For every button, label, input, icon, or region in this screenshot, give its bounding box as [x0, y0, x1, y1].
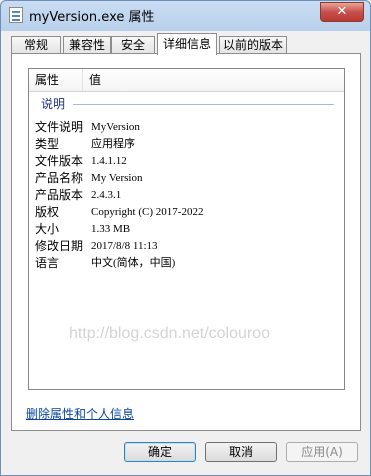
- window-title: myVersion.exe 属性: [29, 10, 155, 25]
- property-value: Copyright (C) 2017-2022: [91, 206, 204, 218]
- table-row[interactable]: 修改日期 2017/8/8 11:13: [29, 238, 344, 255]
- table-row[interactable]: 语言 中文(简体，中国): [29, 255, 344, 272]
- property-value: 应用程序: [91, 138, 135, 150]
- tab-general[interactable]: 常规: [11, 36, 61, 54]
- watermark: http://blog.csdn.net/colouroo: [69, 325, 271, 342]
- column-header-value[interactable]: 值: [83, 69, 344, 91]
- group-label: 说明: [41, 97, 66, 111]
- details-panel: 属性 值 说明 http://blog.csdn.net/colouroo 文件…: [11, 53, 361, 431]
- ok-button[interactable]: 确定: [124, 442, 196, 462]
- document-icon: [9, 7, 23, 23]
- property-value: My Version: [91, 172, 143, 184]
- remove-properties-link[interactable]: 删除属性和个人信息: [26, 405, 134, 422]
- tab-security[interactable]: 安全: [111, 36, 155, 54]
- property-name: 文件说明: [35, 120, 84, 134]
- close-button[interactable]: ✕: [320, 2, 364, 22]
- property-name: 语言: [35, 256, 60, 270]
- table-row[interactable]: 版权 Copyright (C) 2017-2022: [29, 204, 344, 221]
- property-value: 2017/8/8 11:13: [91, 240, 158, 252]
- property-name: 文件版本: [35, 154, 84, 168]
- property-name: 版权: [35, 205, 60, 219]
- tab-strip: 常规 兼容性 安全 详细信息 以前的版本: [11, 33, 361, 55]
- group-divider: [73, 104, 334, 105]
- title-bar[interactable]: myVersion.exe 属性 ✕: [1, 1, 370, 29]
- tab-details[interactable]: 详细信息: [157, 33, 217, 55]
- property-value: 1.33 MB: [91, 223, 131, 235]
- list-header: 属性 值: [29, 69, 344, 92]
- property-name: 类型: [35, 137, 60, 151]
- apply-button[interactable]: 应用(A): [286, 442, 358, 462]
- property-name: 产品名称: [35, 171, 84, 185]
- property-name: 修改日期: [35, 239, 84, 253]
- cancel-button[interactable]: 取消: [205, 442, 277, 462]
- details-list[interactable]: 属性 值 说明 http://blog.csdn.net/colouroo 文件…: [28, 68, 345, 390]
- table-row[interactable]: 产品名称 My Version: [29, 170, 344, 187]
- column-header-property[interactable]: 属性: [29, 69, 83, 91]
- table-row[interactable]: 产品版本 2.4.3.1: [29, 187, 344, 204]
- property-rows: 文件说明 MyVersion 类型 应用程序 文件版本 1.4.1.12 产品名…: [29, 119, 344, 272]
- table-row[interactable]: 大小 1.33 MB: [29, 221, 344, 238]
- tab-compatibility[interactable]: 兼容性: [63, 36, 111, 54]
- table-row[interactable]: 文件说明 MyVersion: [29, 119, 344, 136]
- property-value: MyVersion: [91, 121, 140, 133]
- property-name: 大小: [35, 222, 60, 236]
- property-name: 产品版本: [35, 188, 84, 202]
- table-row[interactable]: 文件版本 1.4.1.12: [29, 153, 344, 170]
- property-value: 2.4.3.1: [91, 189, 122, 201]
- tab-previous-versions[interactable]: 以前的版本: [219, 36, 287, 54]
- property-value: 中文(简体，中国): [91, 257, 176, 269]
- properties-window: myVersion.exe 属性 ✕ 常规 兼容性 安全 详细信息 以前的版本 …: [0, 0, 371, 476]
- group-description: 说明: [29, 95, 344, 113]
- property-value: 1.4.1.12: [91, 155, 127, 167]
- table-row[interactable]: 类型 应用程序: [29, 136, 344, 153]
